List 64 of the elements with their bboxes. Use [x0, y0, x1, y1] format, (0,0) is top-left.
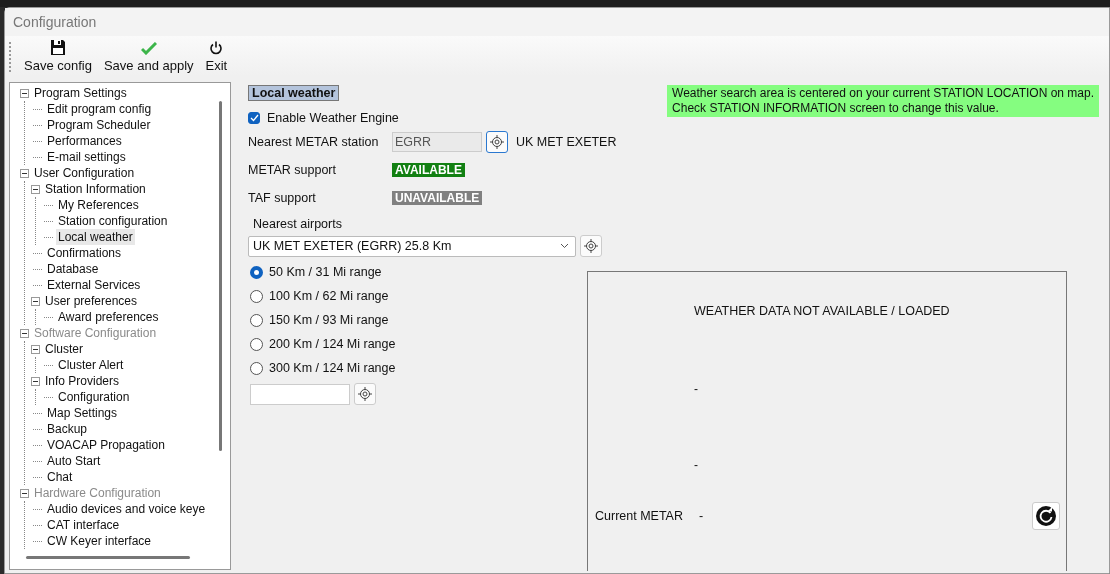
support-label: TAF support: [248, 191, 317, 205]
tree-item[interactable]: User preferences: [43, 293, 140, 309]
radio-button[interactable]: [250, 337, 263, 351]
scrollbar[interactable]: [219, 101, 222, 451]
radio-label: 100 Km / 62 Mi range: [269, 289, 389, 303]
chevron-down-icon: [560, 243, 569, 249]
radio-button[interactable]: [250, 289, 263, 303]
radio-button[interactable]: [250, 265, 263, 279]
tree-item[interactable]: Program Settings: [32, 85, 129, 101]
tree-item[interactable]: Station Information: [43, 181, 148, 197]
radio-button[interactable]: [250, 361, 263, 375]
tree-item[interactable]: Award preferences: [56, 309, 161, 325]
tree-item[interactable]: Local weather: [56, 229, 135, 245]
tree-item[interactable]: Station configuration: [56, 213, 170, 229]
weather-value: -: [694, 458, 698, 472]
radio-label: 150 Km / 93 Mi range: [269, 313, 389, 327]
target-icon: [358, 387, 372, 401]
collapse-icon[interactable]: [20, 88, 29, 98]
tree-item[interactable]: E-mail settings: [45, 149, 128, 165]
tree-item[interactable]: Performances: [45, 133, 124, 149]
tree-item[interactable]: User Configuration: [32, 165, 137, 181]
refresh-button[interactable]: [1032, 502, 1060, 530]
nearest-airports-dropdown[interactable]: UK MET EXETER (EGRR) 25.8 Km: [248, 235, 576, 257]
section-title: Local weather: [248, 85, 340, 101]
collapse-icon[interactable]: [31, 184, 40, 194]
radio-button[interactable]: [250, 313, 263, 327]
status-badge: UNAVAILABLE: [392, 191, 483, 205]
save-and-apply-button[interactable]: Save and apply: [100, 42, 197, 76]
weather-value: -: [694, 382, 698, 396]
tree-item[interactable]: Edit program config: [45, 101, 154, 117]
exit-button[interactable]: Exit: [202, 41, 231, 76]
radio-label: 50 Km / 31 Mi range: [269, 265, 382, 279]
refresh-icon: [1035, 505, 1057, 527]
collapse-icon[interactable]: [31, 296, 40, 306]
save-config-button[interactable]: Save config: [21, 40, 95, 76]
current-metar-value: -: [699, 509, 704, 523]
collapse-icon[interactable]: [20, 168, 29, 178]
window-title: Configuration: [13, 14, 97, 30]
target-icon: [490, 135, 504, 149]
checkmark-icon: [140, 42, 157, 55]
tree-item[interactable]: Database: [45, 261, 101, 277]
station-name: UK MET EXETER: [516, 135, 617, 149]
support-label: METAR support: [248, 163, 337, 177]
locate-button[interactable]: [486, 131, 508, 153]
tree-item[interactable]: Program Scheduler: [45, 117, 153, 133]
tree-item[interactable]: Confirmations: [45, 245, 124, 261]
radio-label: 300 Km / 124 Mi range: [269, 361, 396, 375]
power-icon: [209, 41, 224, 55]
checkbox-label: Enable Weather Engine: [267, 111, 399, 125]
current-metar-label: Current METAR: [595, 509, 684, 523]
radio-label: 200 Km / 124 Mi range: [269, 337, 396, 351]
scrollbar[interactable]: [26, 556, 190, 559]
custom-range-field[interactable]: [250, 383, 350, 405]
locate-button[interactable]: [354, 383, 376, 405]
field-label: Nearest METAR station: [248, 135, 380, 149]
target-icon: [584, 239, 598, 253]
weather-status: WEATHER DATA NOT AVAILABLE / LOADED: [694, 304, 951, 318]
info-note: Weather search area is centered on your current STATION LOCATION on map. Check STATION INFORMATION screen to change this value.: [667, 85, 1099, 117]
field-label: Nearest airports: [253, 217, 343, 231]
tree-item[interactable]: External Services: [45, 277, 143, 293]
status-badge: AVAILABLE: [392, 163, 465, 177]
checkbox[interactable]: [248, 112, 260, 124]
tree-item[interactable]: My References: [56, 197, 141, 213]
locate-button[interactable]: [580, 235, 602, 257]
